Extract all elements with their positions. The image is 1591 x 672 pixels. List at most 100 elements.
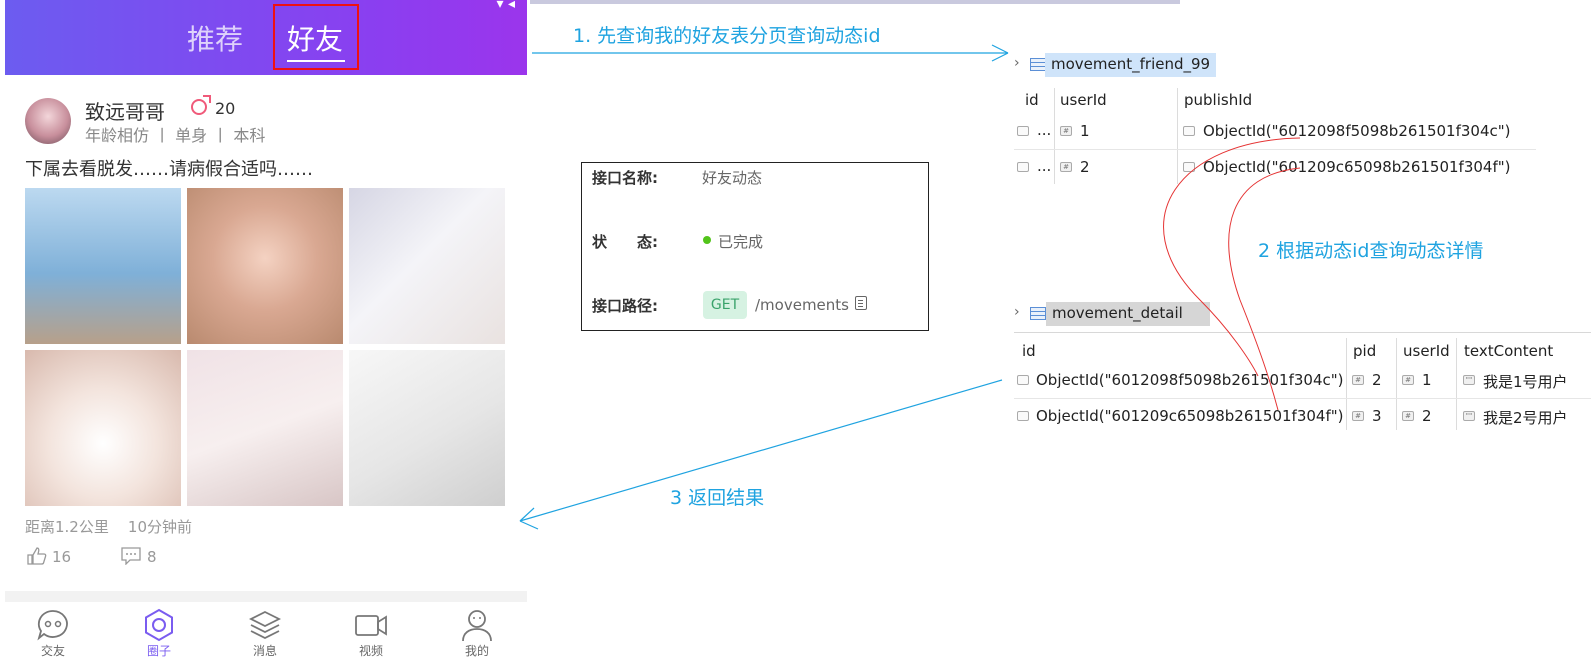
cell-id: ... [1037,157,1052,175]
annotation-step-1: 1. 先查询我的好友表分页查询动态id [573,25,881,47]
status-dot-icon [703,236,711,244]
nav-item-friends[interactable]: 交友 [23,608,83,659]
row-checkbox[interactable] [1017,162,1029,172]
comment-icon[interactable] [121,547,141,565]
annotation-step-2: 2 根据动态id查询动态详情 [1258,240,1484,262]
comment-count: 8 [147,548,157,566]
nav-label: 交友 [40,644,65,658]
api-status-label: 状 态: [592,233,658,251]
copy-icon[interactable] [855,296,867,310]
layers-icon [248,610,282,640]
http-method-badge: GET [703,291,747,319]
post-meta: 距离1.2公里 10分钟前 [25,518,193,536]
nav-item-video[interactable]: 视频 [341,608,401,659]
api-path-value[interactable]: /movements [755,296,849,314]
cell-id: ... [1037,121,1052,139]
annotation-step-3: 3 返回结果 [670,487,765,509]
chevron-right-icon[interactable]: › [1014,304,1020,320]
nav-label: 我的 [464,644,489,658]
nav-item-mine[interactable]: 我的 [447,608,507,659]
hexagon-circle-icon [145,608,173,642]
like-count: 16 [52,548,72,566]
row-divider [1014,149,1536,150]
cell-id: ObjectId("6012098f5098b261501f304c") [1036,371,1344,389]
link-lines [1163,137,1301,411]
number-type-icon: # [1060,162,1072,172]
section-divider [5,591,527,602]
cell-publishid: ObjectId("601209c65098b261501f304f") [1203,158,1511,176]
cell-userid: 2 [1080,158,1090,176]
phone-header: ▾ ◂ 推荐 好友 [5,0,527,75]
post-text: 下属去看脱发……请病假合适吗…… [25,159,313,180]
string-type-icon [1017,411,1029,421]
column-divider [1054,88,1055,184]
gender-icon [191,95,211,115]
table-name[interactable]: movement_detail [1046,302,1210,326]
api-name-label: 接口名称: [592,169,658,187]
status-bar-icon: ▾ ◂ [496,0,515,12]
string-type-icon: "" [1463,375,1475,385]
phone-mockup: ▾ ◂ 推荐 好友 致远哥哥 20 年龄相仿 丨 单身 丨 本科 下属去看脱发…… [5,0,527,672]
chevron-right-icon[interactable]: › [1014,55,1020,71]
api-name-value: 好友动态 [702,169,763,187]
user-age: 20 [215,99,236,118]
cell-pid: 2 [1372,371,1382,389]
nav-label: 视频 [358,644,383,658]
thumbs-up-icon[interactable] [27,547,47,565]
top-strip [530,0,1180,4]
bottom-nav: 交友 圈子 消息 视频 我的 [5,602,527,672]
tab-highlight-box [273,4,359,70]
api-status-value: 已完成 [718,233,764,251]
post-photo-6[interactable] [349,350,505,506]
post-photo-5[interactable] [187,350,343,506]
row-divider [1014,398,1591,399]
string-type-icon [1183,162,1195,172]
user-tags: 年龄相仿 丨 单身 丨 本科 [85,126,266,145]
user-icon [462,610,492,642]
tab-recommend[interactable]: 推荐 [187,18,243,58]
cell-userid: 1 [1422,371,1432,389]
cell-textcontent: 我是2号用户 [1483,409,1568,427]
column-divider [1346,338,1347,430]
cell-pid: 3 [1372,407,1382,425]
post-photo-4[interactable] [25,350,181,506]
column-header-id[interactable]: id [1025,91,1039,109]
column-header-publishid[interactable]: publishId [1184,91,1252,109]
avatar[interactable] [25,98,71,144]
column-divider [1177,88,1178,184]
number-type-icon: # [1352,375,1364,385]
post-photo-2[interactable] [187,188,343,344]
cell-textcontent: 我是1号用户 [1483,373,1568,391]
column-divider [1396,338,1397,430]
header-divider [1014,332,1591,333]
column-header-id[interactable]: id [1022,342,1036,360]
post-photo-1[interactable] [25,188,181,344]
video-camera-icon [355,615,387,636]
nav-item-messages[interactable]: 消息 [235,608,295,659]
row-checkbox[interactable] [1017,126,1029,136]
nav-label: 圈子 [146,644,171,658]
column-header-textcontent[interactable]: textContent [1464,342,1553,360]
chat-face-icon [37,610,68,641]
number-type-icon: # [1402,411,1414,421]
cell-publishid: ObjectId("6012098f5098b261501f304c") [1203,122,1511,140]
number-type-icon: # [1402,375,1414,385]
number-type-icon: # [1352,411,1364,421]
user-name[interactable]: 致远哥哥 [85,96,165,125]
api-path-label: 接口路径: [592,297,658,315]
api-info-card: 接口名称: 好友动态 状 态: 已完成 接口路径: GET /movements [581,162,929,331]
post-photo-3[interactable] [349,188,505,344]
column-header-userid[interactable]: userId [1060,91,1107,109]
column-header-userid[interactable]: userId [1403,342,1450,360]
nav-item-circle[interactable]: 圈子 [129,608,189,659]
table-name[interactable]: movement_friend_99 [1045,53,1217,77]
column-header-pid[interactable]: pid [1353,342,1376,360]
nav-label: 消息 [252,644,277,658]
table-icon [1030,307,1046,320]
string-type-icon: "" [1463,411,1475,421]
number-type-icon: # [1060,126,1072,136]
cell-id: ObjectId("601209c65098b261501f304f") [1036,407,1344,425]
cell-userid: 1 [1080,122,1090,140]
table-icon [1030,58,1046,71]
cell-userid: 2 [1422,407,1432,425]
